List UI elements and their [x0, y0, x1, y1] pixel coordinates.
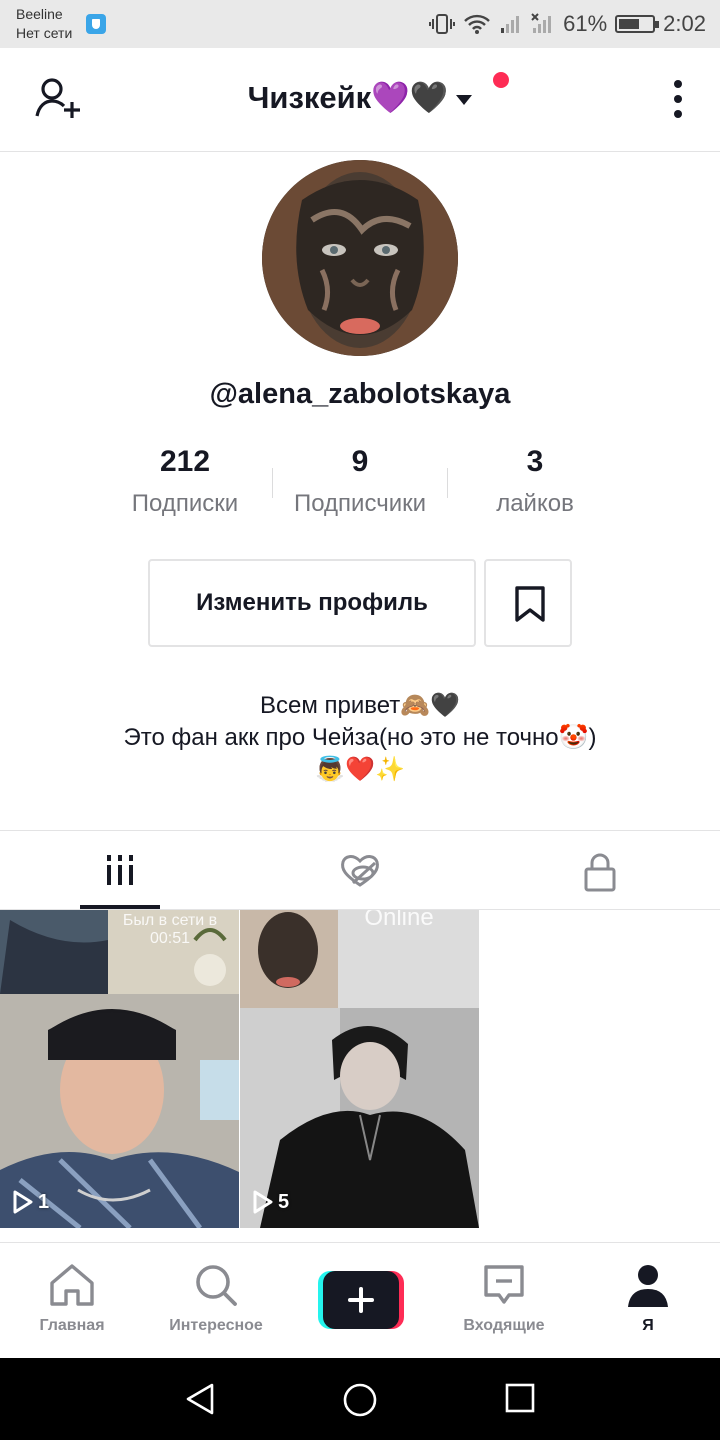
favorites-button[interactable] — [484, 559, 572, 647]
video-thumbnail-image — [0, 910, 239, 1228]
bookmark-icon — [515, 586, 545, 622]
battery-fill — [619, 19, 639, 29]
nav-discover-label: Интересное — [169, 1317, 263, 1334]
profile-header: Чизкейк💜🖤 — [0, 48, 720, 152]
status-indicators: 61% 2:02 — [429, 9, 706, 39]
avatar-image — [262, 160, 458, 356]
more-options-button[interactable] — [672, 80, 684, 120]
clock: 2:02 — [663, 11, 706, 36]
following-count: 212 — [159, 445, 211, 478]
profile-icon — [628, 1265, 668, 1307]
active-tab-indicator — [80, 905, 160, 909]
signal-icon — [501, 16, 520, 33]
battery-icon — [615, 15, 660, 33]
nav-home-label: Главная — [39, 1317, 105, 1334]
video-thumbnail[interactable]: Online 5 — [240, 910, 479, 1228]
carrier-info: Beeline Нет сети — [16, 5, 72, 43]
grid-icon — [107, 855, 133, 885]
home-circle-icon[interactable] — [342, 1382, 378, 1418]
tab-liked[interactable] — [240, 831, 480, 910]
carrier-name: Beeline — [16, 6, 63, 22]
more-dot — [674, 95, 682, 103]
home-icon — [50, 1264, 94, 1306]
edit-profile-button[interactable]: Изменить профиль — [148, 559, 476, 647]
profile-stats: 212 Подписки 9 Подписчики 3 лайков — [0, 440, 720, 530]
likes-label: лайков — [496, 490, 574, 517]
content-tabs — [0, 830, 720, 910]
tab-private[interactable] — [480, 831, 720, 910]
chevron-down-icon — [456, 94, 473, 105]
liked-hidden-icon — [341, 855, 379, 887]
play-count: 5 — [252, 1190, 289, 1214]
likes-count: 3 — [526, 445, 544, 478]
play-count: 1 — [12, 1190, 49, 1214]
play-count-value: 1 — [38, 1190, 50, 1213]
vibrate-icon — [429, 14, 456, 34]
username: @alena_zabolotskaya — [209, 378, 511, 410]
tab-videos[interactable] — [0, 831, 240, 910]
more-dot — [674, 110, 682, 118]
bio: Всем привет🙈🖤 Это фан акк про Чейза(но э… — [0, 690, 720, 786]
bio-line: Это фан акк про Чейза(но это не точно🤡) — [123, 724, 597, 751]
video-overlay-text: Был в сети в 00:51 — [122, 912, 218, 947]
back-icon[interactable] — [184, 1382, 216, 1416]
more-dot — [674, 80, 682, 88]
stat-followers[interactable]: 9 Подписчики — [270, 440, 450, 524]
bottom-navigation: Главная Интересное Входящие Я — [0, 1242, 720, 1358]
video-thumbnail-image — [240, 910, 479, 1228]
nav-profile[interactable]: Я — [576, 1243, 720, 1359]
bio-line: 👼❤️✨ — [315, 756, 405, 783]
video-thumbnail[interactable]: Был в сети в 00:51 1 — [0, 910, 239, 1228]
search-icon — [196, 1265, 237, 1306]
video-overlay-text: Online — [364, 910, 434, 931]
lock-icon — [584, 853, 616, 892]
signal-no-service-icon — [531, 13, 552, 33]
followers-label: Подписчики — [293, 490, 427, 517]
play-icon — [253, 1190, 273, 1214]
account-name: Чизкейк💜🖤 — [247, 80, 449, 115]
play-count-value: 5 — [278, 1190, 290, 1213]
nav-inbox[interactable]: Входящие — [432, 1243, 576, 1359]
stat-following[interactable]: 212 Подписки — [95, 440, 275, 524]
recents-icon[interactable] — [504, 1382, 536, 1414]
inbox-icon — [484, 1265, 524, 1304]
shield-icon — [86, 14, 106, 34]
notification-dot — [493, 72, 509, 88]
followers-count: 9 — [351, 445, 369, 478]
battery-percent: 61% — [563, 11, 608, 36]
network-status: Нет сети — [16, 25, 73, 41]
create-plus-icon — [323, 1271, 399, 1329]
account-switcher[interactable]: Чизкейк💜🖤 — [0, 76, 720, 120]
avatar[interactable] — [262, 160, 458, 356]
nav-profile-label: Я — [642, 1317, 654, 1334]
play-icon — [13, 1190, 33, 1214]
video-grid: Был в сети в 00:51 1 Online 5 — [0, 910, 720, 1230]
following-label: Подписки — [131, 490, 239, 517]
stat-likes: 3 лайков — [445, 440, 625, 524]
nav-home[interactable]: Главная — [0, 1243, 144, 1359]
system-navigation-bar — [0, 1358, 720, 1440]
nav-inbox-label: Входящие — [463, 1317, 545, 1334]
nav-discover[interactable]: Интересное — [144, 1243, 288, 1359]
create-video-button[interactable] — [318, 1271, 404, 1329]
bio-line: Всем привет🙈🖤 — [259, 692, 461, 719]
status-bar: Beeline Нет сети 61% 2:02 — [0, 0, 720, 48]
wifi-icon — [464, 14, 490, 34]
